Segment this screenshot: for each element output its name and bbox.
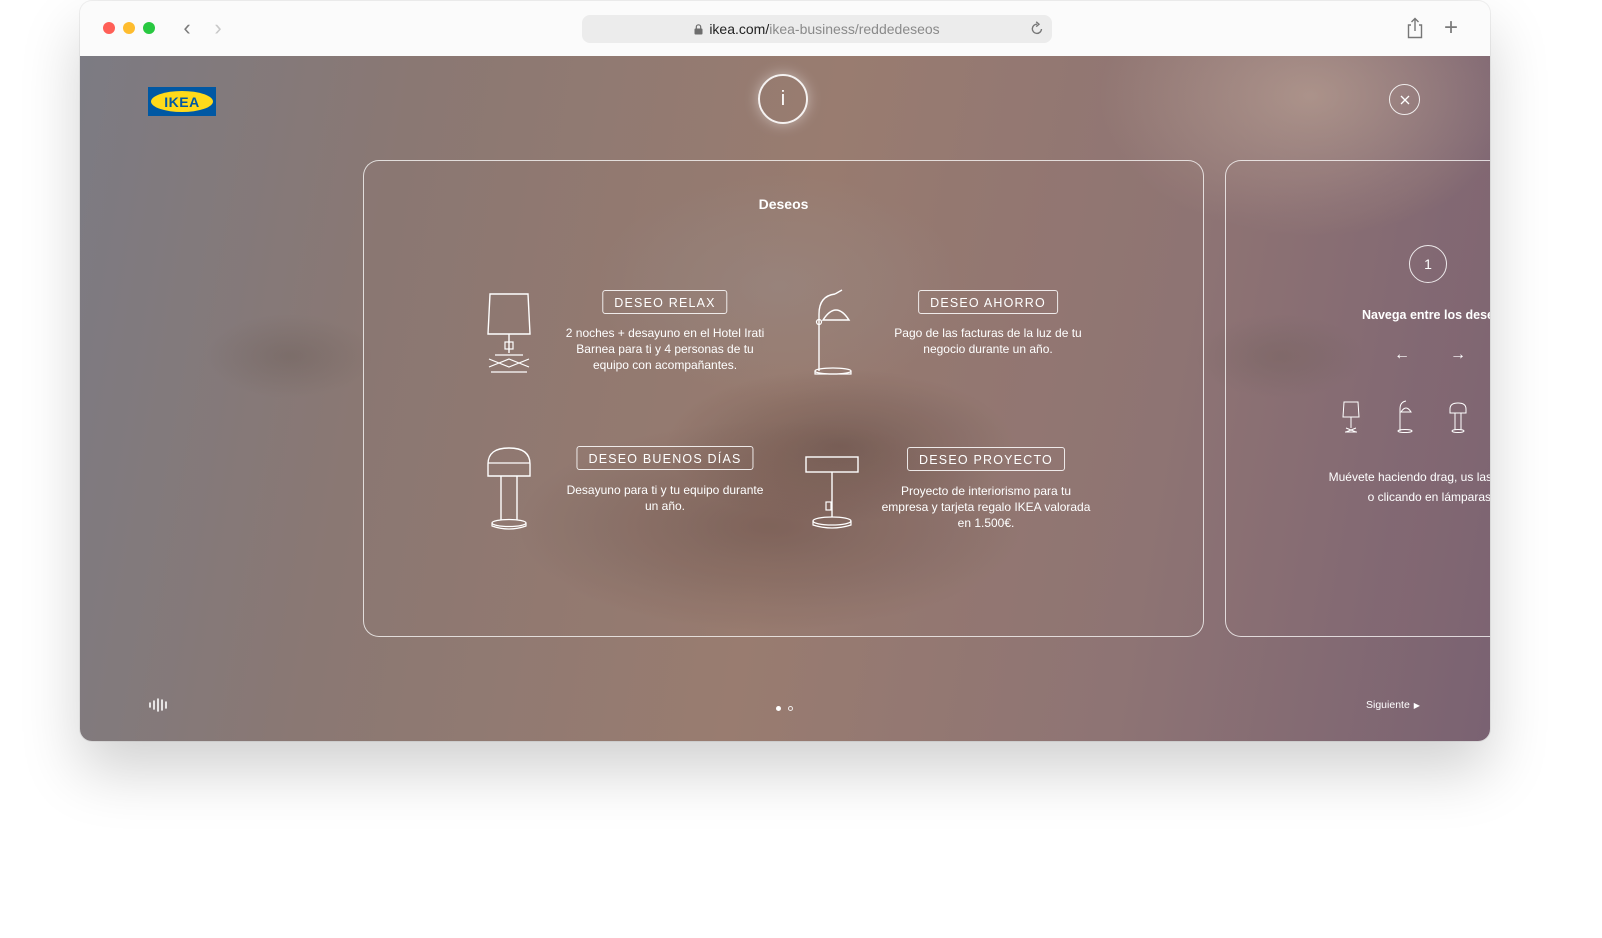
wish-proyecto-description: Proyecto de interiorismo para tu empresa… — [881, 484, 1091, 530]
next-link[interactable]: Siguiente ▶ — [1366, 699, 1420, 711]
wish-proyecto-button[interactable]: DESEO PROYECTO — [907, 447, 1065, 471]
url-domain: ikea.com/ — [709, 21, 770, 37]
arrow-left-icon: ← — [1394, 346, 1410, 363]
step-number: 1 — [1409, 245, 1447, 283]
share-icon[interactable] — [1406, 17, 1424, 39]
table-lamp-icon[interactable] — [485, 291, 533, 375]
page-viewport: IKEA i Deseos DESEO RELAX 2 noches + des… — [80, 56, 1490, 741]
logo-oval: IKEA — [151, 91, 213, 112]
next-arrow-icon: ▶ — [1413, 701, 1420, 710]
wish-buenos-dias-description: Desayuno para ti y tu equipo durante un … — [566, 483, 764, 513]
logo-text: IKEA — [164, 93, 200, 110]
wish-relax-description: 2 noches + desayuno en el Hotel Irati Ba… — [565, 326, 765, 372]
wish-buenos-dias-button[interactable]: DESEO BUENOS DÍAS — [576, 446, 754, 470]
page-dot-2[interactable] — [788, 706, 793, 711]
close-button[interactable] — [1389, 84, 1420, 115]
info-button[interactable]: i — [758, 74, 808, 124]
close-window-button[interactable] — [103, 22, 115, 34]
wish-ahorro-button[interactable]: DESEO AHORRO — [918, 290, 1058, 314]
sound-icon[interactable] — [148, 698, 170, 712]
ikea-logo[interactable]: IKEA — [148, 87, 216, 116]
reload-icon[interactable] — [1030, 21, 1044, 36]
help-panel: 1 Navega entre los dese ← → Muévete haci… — [1225, 160, 1490, 637]
wish-ahorro-description: Pago de las facturas de la luz de tu neg… — [894, 326, 1082, 356]
flat-shade-lamp-icon[interactable] — [804, 455, 860, 531]
arrow-right-icon: → — [1450, 346, 1466, 363]
desk-lamp-icon[interactable] — [809, 288, 857, 375]
info-icon: i — [780, 87, 786, 110]
mini-table-lamp-icon — [1342, 401, 1360, 433]
page-dot-1[interactable] — [776, 706, 781, 711]
address-bar[interactable]: ikea.com/ikea-business/reddedeseos — [582, 15, 1052, 43]
forward-button[interactable]: › — [206, 15, 230, 41]
panel-title: Deseos — [758, 196, 809, 212]
lock-icon — [694, 24, 703, 35]
new-tab-icon[interactable]: + — [1444, 15, 1458, 41]
browser-window: ‹ › ikea.com/ikea-business/reddedeseos +… — [80, 1, 1490, 741]
mini-mushroom-lamp-icon — [1449, 402, 1467, 433]
back-button[interactable]: ‹ — [175, 15, 199, 41]
mushroom-lamp-icon[interactable] — [485, 446, 533, 530]
maximize-window-button[interactable] — [143, 22, 155, 34]
browser-titlebar: ‹ › ikea.com/ikea-business/reddedeseos + — [80, 1, 1490, 57]
help-panel-title: Navega entre los dese — [1362, 308, 1490, 322]
wishes-panel: Deseos DESEO RELAX 2 noches + desayuno e… — [363, 160, 1204, 637]
minimize-window-button[interactable] — [123, 22, 135, 34]
mini-desk-lamp-icon — [1397, 400, 1413, 433]
next-label: Siguiente — [1366, 699, 1410, 711]
help-panel-description: Muévete haciendo drag, us las flechas o … — [1328, 470, 1490, 504]
close-icon — [1400, 95, 1409, 104]
wish-relax-button[interactable]: DESEO RELAX — [602, 290, 728, 314]
url-path: ikea-business/reddedeseos — [769, 21, 940, 37]
